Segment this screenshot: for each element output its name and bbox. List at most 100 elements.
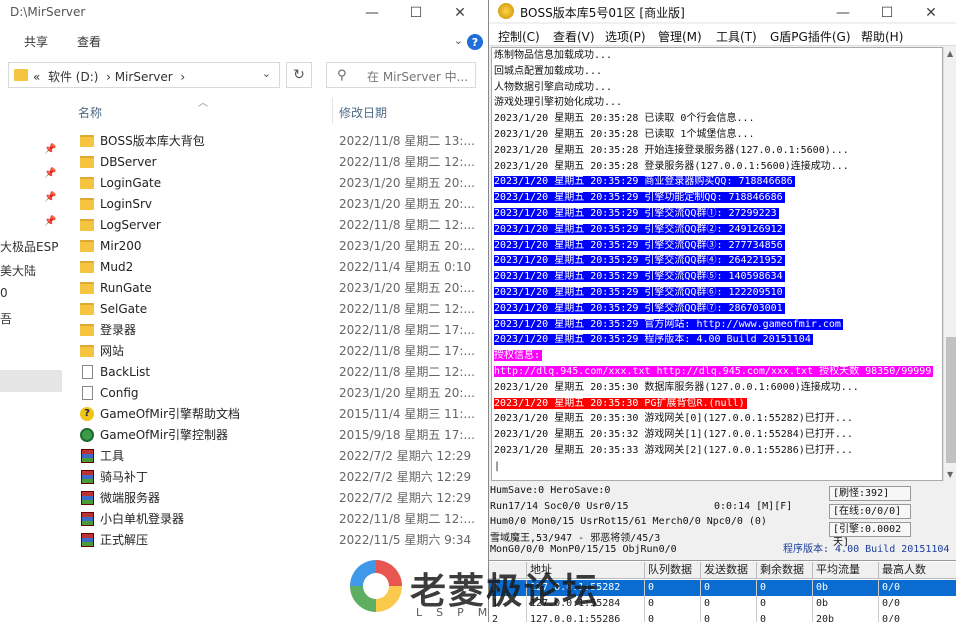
log-line: 2023/1/20 星期五 20:35:29 引擎交流QQ群④: 2642219…	[492, 253, 942, 269]
menu-view[interactable]: 查看(V)	[553, 28, 595, 45]
column-divider[interactable]	[332, 98, 333, 124]
close-icon[interactable]: ✕	[909, 0, 953, 26]
minimize-icon[interactable]: —	[350, 0, 394, 26]
log-text: 2023/1/20 星期五 20:35:28 已读取 1个城堡信息...	[494, 128, 755, 140]
search-input[interactable]: ⚲ 在 MirServer 中...	[326, 62, 476, 88]
log-text: 2023/1/20 星期五 20:35:33 游戏网关[2](127.0.0.1…	[494, 444, 853, 456]
status-save: HumSave:0 HeroSave:0	[490, 485, 611, 496]
log-text: 授权信息:	[494, 350, 543, 362]
column-header[interactable]: 发送数据	[701, 562, 757, 579]
pin-icon[interactable]: 📌	[44, 192, 56, 203]
pin-icon[interactable]: 📌	[44, 144, 56, 155]
address-bar[interactable]: « 软件 (D:) › MirServer › ⌄	[8, 62, 280, 88]
tab-share[interactable]: 共享	[24, 33, 48, 50]
table-cell: 0	[757, 580, 813, 596]
file-modified-date: 2022/11/8 星期二 13:...	[339, 134, 475, 148]
file-row[interactable]: LogServer 2022/11/8 星期二 12:...	[78, 214, 488, 235]
file-row[interactable]: 正式解压 2022/11/5 星期六 9:34	[78, 529, 488, 550]
search-placeholder: 在 MirServer 中...	[367, 70, 469, 84]
status-hum: Hum0/0 Mon0/15 UsrRot15/61 Merch0/0 Npc0…	[490, 516, 767, 527]
table-cell: 127.0.0.1:55282	[527, 580, 645, 596]
scroll-up-icon[interactable]: ▲	[947, 49, 953, 58]
file-row[interactable]: Config 2023/1/20 星期五 20:...	[78, 382, 488, 403]
log-line: http://dlq.945.com/xxx.txt http://dlq.94…	[492, 364, 942, 380]
column-header[interactable]: 最高人数	[879, 562, 956, 579]
breadcrumb-overflow[interactable]: «	[33, 70, 40, 84]
maximize-icon[interactable]: ☐	[865, 0, 909, 26]
file-row[interactable]: RunGate 2023/1/20 星期五 20:...	[78, 277, 488, 298]
chevron-down-icon[interactable]: ⌄	[454, 34, 463, 47]
gateway-table: 地址 队列数据 发送数据 剩余数据 平均流量 最高人数 0 127.0.0.1:55282 0 0…	[489, 560, 956, 622]
file-row[interactable]: BOSS版本库大背包 2022/11/8 星期二 13:...	[78, 130, 488, 151]
file-row[interactable]: Mir200 2023/1/20 星期五 20:...	[78, 235, 488, 256]
tab-view[interactable]: 查看	[77, 33, 101, 50]
file-row[interactable]: Mud2 2022/11/4 星期五 0:10	[78, 256, 488, 277]
file-row[interactable]: SelGate 2022/11/8 星期二 12:...	[78, 298, 488, 319]
file-name: Mud2	[100, 259, 134, 274]
file-modified-date: 2015/9/18 星期五 17:...	[339, 428, 475, 442]
close-icon[interactable]: ✕	[438, 0, 482, 26]
file-row[interactable]: BackList 2022/11/8 星期二 12:...	[78, 361, 488, 382]
help-icon[interactable]: ?	[467, 34, 483, 50]
log-line: 游戏处理引擎初始化成功...	[492, 95, 942, 111]
column-header-date[interactable]: 修改日期	[339, 104, 387, 121]
column-header[interactable]: 队列数据	[645, 562, 701, 579]
scroll-down-icon[interactable]: ▼	[947, 470, 953, 479]
log-text: 2023/1/20 星期五 20:35:30 数据库服务器(127.0.0.1:…	[494, 381, 859, 393]
maximize-icon[interactable]: ☐	[394, 0, 438, 26]
pin-icon[interactable]: 📌	[44, 216, 56, 227]
status-run: Run17/14 Soc0/0 Usr0/15	[490, 501, 629, 512]
menu-manage[interactable]: 管理(M)	[658, 28, 702, 45]
pin-icon[interactable]: 📌	[44, 168, 56, 179]
file-row[interactable]: ? GameOfMir引擎帮助文档 2015/11/4 星期三 11:...	[78, 403, 488, 424]
log-text: 2023/1/20 星期五 20:35:29 官方网站: http://www.…	[494, 318, 843, 330]
server-log[interactable]: 炼制物品信息加载成功... 回城点配置加载成功... 人物数据引擎启动成功... 游戏…	[491, 47, 943, 481]
log-scrollbar[interactable]: ▲ ▼	[943, 47, 956, 481]
file-row[interactable]: DBServer 2022/11/8 星期二 12:...	[78, 151, 488, 172]
column-header[interactable]	[489, 562, 527, 579]
chevron-down-icon[interactable]: ⌄	[262, 67, 271, 80]
status-time: 0:0:14 [M][F]	[714, 501, 793, 512]
column-header[interactable]: 地址	[527, 562, 645, 579]
nav-item[interactable]: 吾	[0, 310, 62, 327]
log-text: 2023/1/20 星期五 20:35:28 开始连接登录服务器(127.0.0…	[494, 144, 849, 156]
log-text: |	[494, 460, 501, 472]
file-row[interactable]: 微端服务器 2022/7/2 星期六 12:29	[78, 487, 488, 508]
menu-options[interactable]: 选项(P)	[605, 28, 646, 45]
breadcrumb-folder[interactable]: MirServer	[115, 70, 173, 84]
table-cell: 0	[645, 580, 701, 596]
column-header[interactable]: 平均流量	[813, 562, 879, 579]
nav-item-selected[interactable]	[0, 370, 62, 392]
file-row[interactable]: GameOfMir引擎控制器 2015/9/18 星期五 17:...	[78, 424, 488, 445]
scroll-thumb[interactable]	[946, 337, 956, 463]
minimize-icon[interactable]: —	[821, 0, 865, 26]
breadcrumb-drive[interactable]: 软件 (D:)	[48, 70, 98, 84]
table-row[interactable]: 1 127.0.0.1:55284 0 0 0 0b 0/0	[489, 596, 956, 612]
status-panel: HumSave:0 HeroSave:0 Run17/14 Soc0/0 Usr…	[489, 483, 956, 558]
file-row[interactable]: 小白单机登录器 2022/11/8 星期二 12:...	[78, 508, 488, 529]
file-row[interactable]: 工具 2022/7/2 星期六 12:29	[78, 445, 488, 466]
file-row[interactable]: LoginSrv 2023/1/20 星期五 20:...	[78, 193, 488, 214]
log-text: 2023/1/20 星期五 20:35:29 程序版本: 4.00 Build …	[494, 334, 813, 346]
menu-help[interactable]: 帮助(H)	[861, 28, 903, 45]
folder-icon	[80, 302, 94, 316]
nav-item[interactable]: 美大陆	[0, 262, 62, 279]
nav-item[interactable]: 大极品ESP	[0, 238, 62, 255]
file-row[interactable]: LoginGate 2023/1/20 星期五 20:...	[78, 172, 488, 193]
ribbon-tabs: 共享 查看	[0, 28, 490, 56]
file-row[interactable]: 登录器 2022/11/8 星期二 17:...	[78, 319, 488, 340]
table-row[interactable]: 0 127.0.0.1:55282 0 0 0 0b 0/0	[489, 580, 956, 596]
table-row[interactable]: 2 127.0.0.1:55286 0 0 0 20b 0/0	[489, 612, 956, 622]
nav-item[interactable]: 0	[0, 286, 62, 300]
file-row[interactable]: 网站 2022/11/8 星期二 17:...	[78, 340, 488, 361]
file-row[interactable]: 骑马补丁 2022/7/2 星期六 12:29	[78, 466, 488, 487]
menu-pg-plugin[interactable]: G盾PG插件(G)	[770, 28, 851, 45]
file-modified-date: 2022/11/8 星期二 12:...	[339, 155, 475, 169]
file-name: LoginSrv	[100, 196, 153, 211]
window-title: BOSS版本库5号01区 [商业版]	[520, 6, 685, 20]
menu-control[interactable]: 控制(C)	[498, 28, 540, 45]
menu-tools[interactable]: 工具(T)	[716, 28, 757, 45]
refresh-button[interactable]: ↻	[286, 62, 312, 88]
column-header[interactable]: 剩余数据	[757, 562, 813, 579]
column-header-name[interactable]: 名称	[78, 104, 102, 121]
